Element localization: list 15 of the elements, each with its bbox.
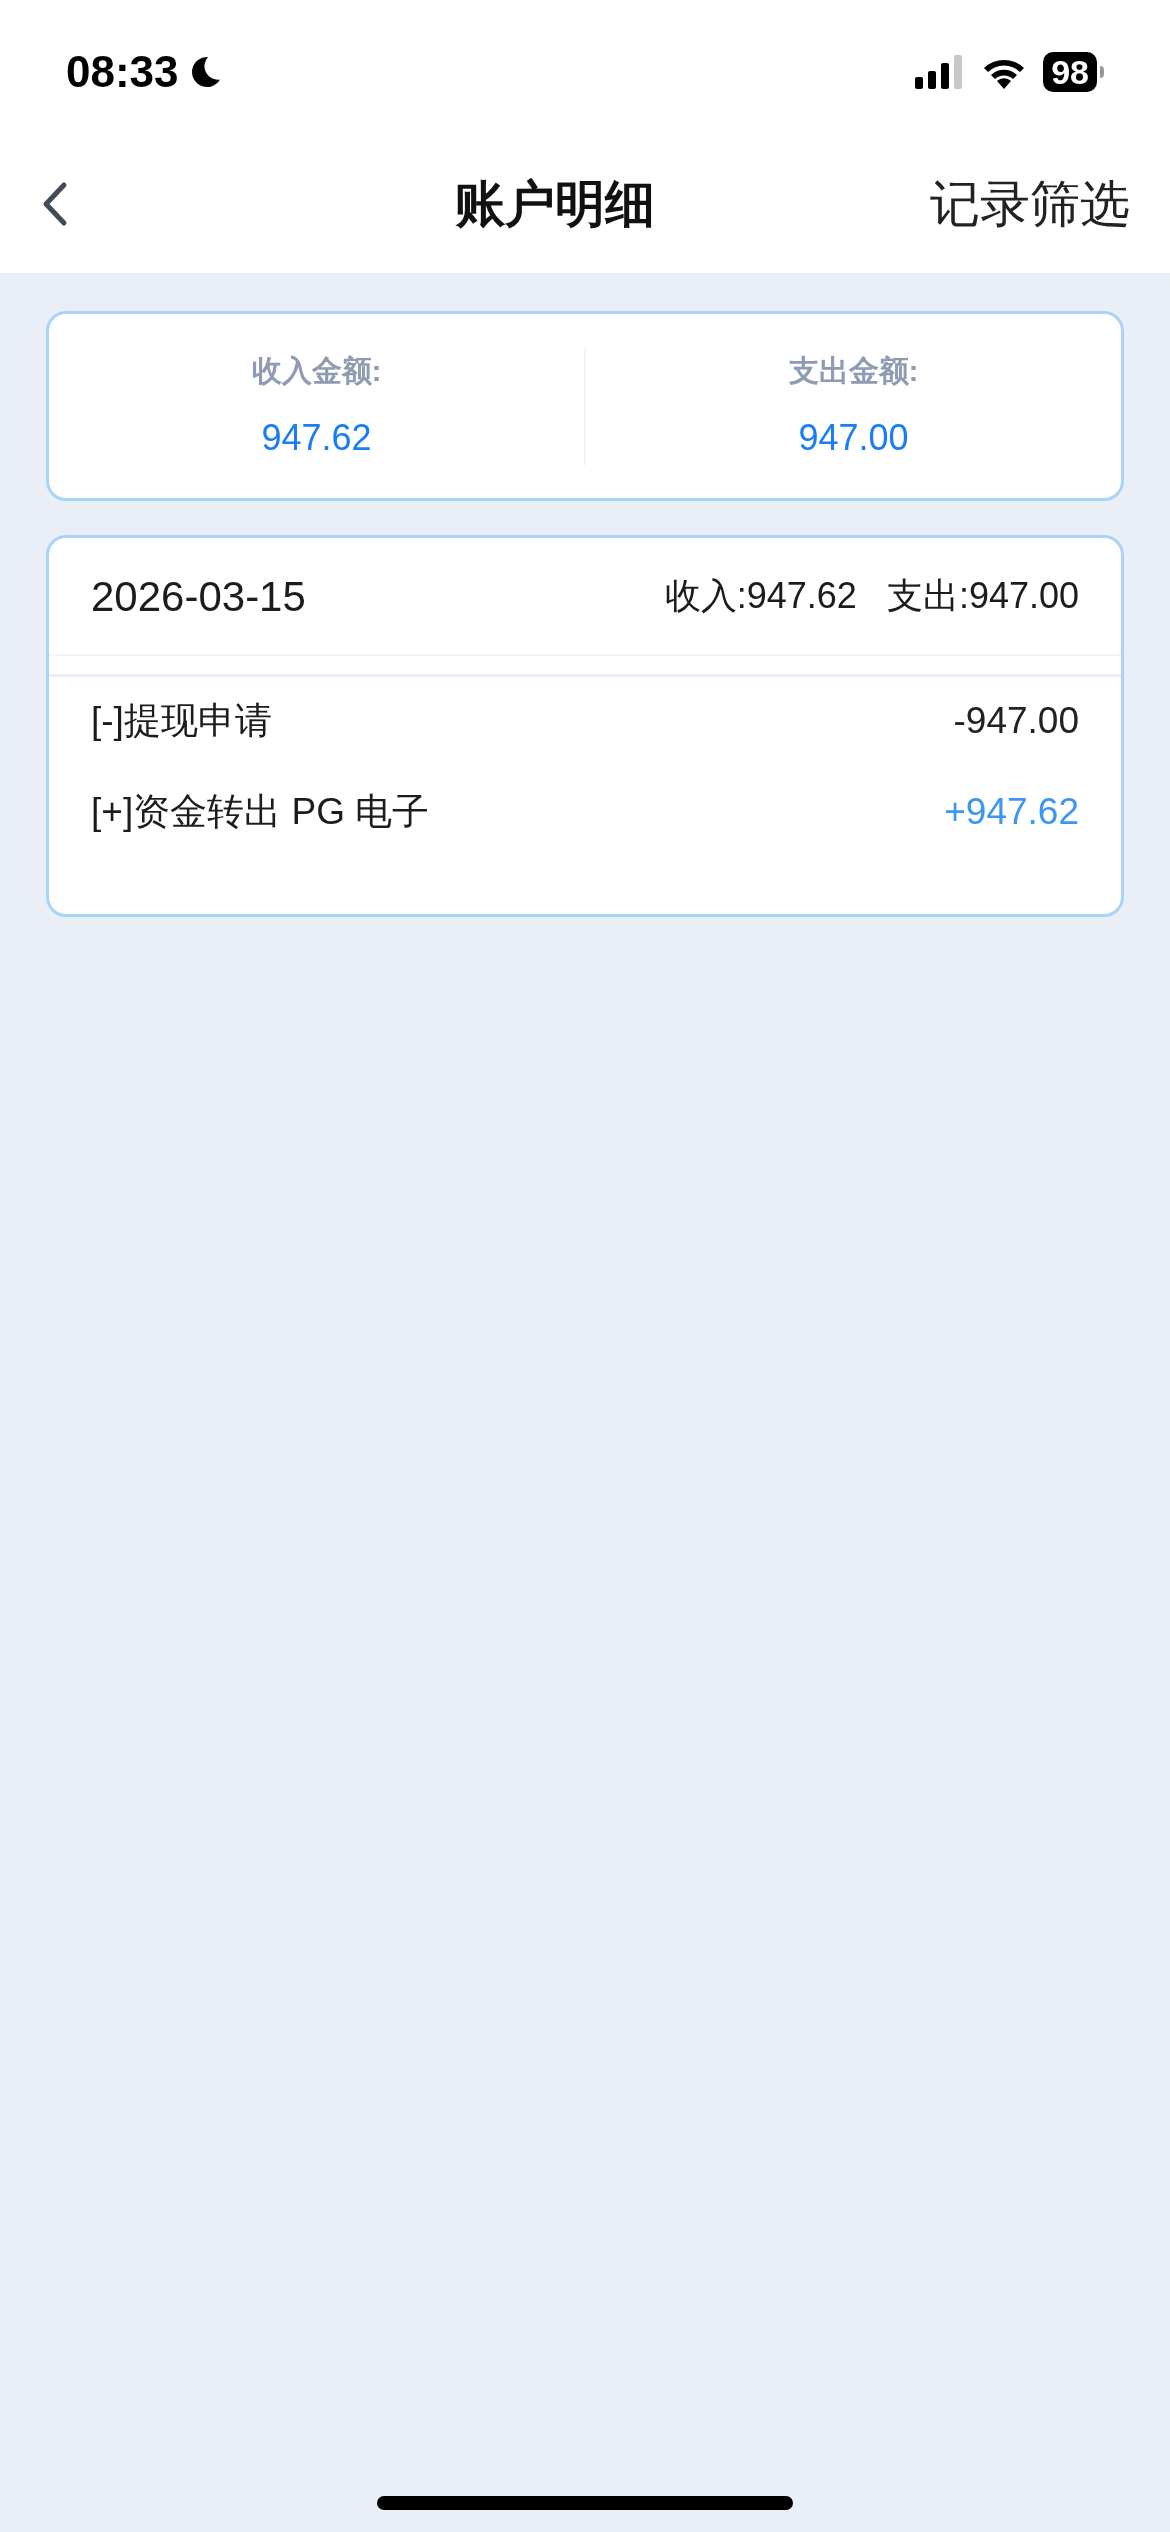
- record-amount: -947.00: [953, 699, 1079, 743]
- summary-label: 收入金额:: [251, 352, 382, 389]
- page-title: 账户明细: [455, 174, 655, 234]
- day-expense: 支出:947.00: [886, 574, 1079, 618]
- day-income: 收入:947.62: [664, 574, 857, 618]
- day-date: 2026-03-15: [91, 571, 306, 622]
- summary-amount: 947.62: [261, 415, 372, 460]
- status-time: 08:33: [66, 45, 179, 98]
- summary-amount: 947.00: [798, 415, 909, 460]
- summary-label: 支出金额:: [788, 352, 919, 389]
- filter-button[interactable]: 记录筛选: [930, 166, 1130, 242]
- battery-level: 98: [1043, 51, 1097, 92]
- record-title: [-]提现申请: [91, 699, 272, 743]
- record-amount: +947.62: [944, 789, 1079, 834]
- record-title: [+]资金转出 PG 电子: [91, 789, 430, 834]
